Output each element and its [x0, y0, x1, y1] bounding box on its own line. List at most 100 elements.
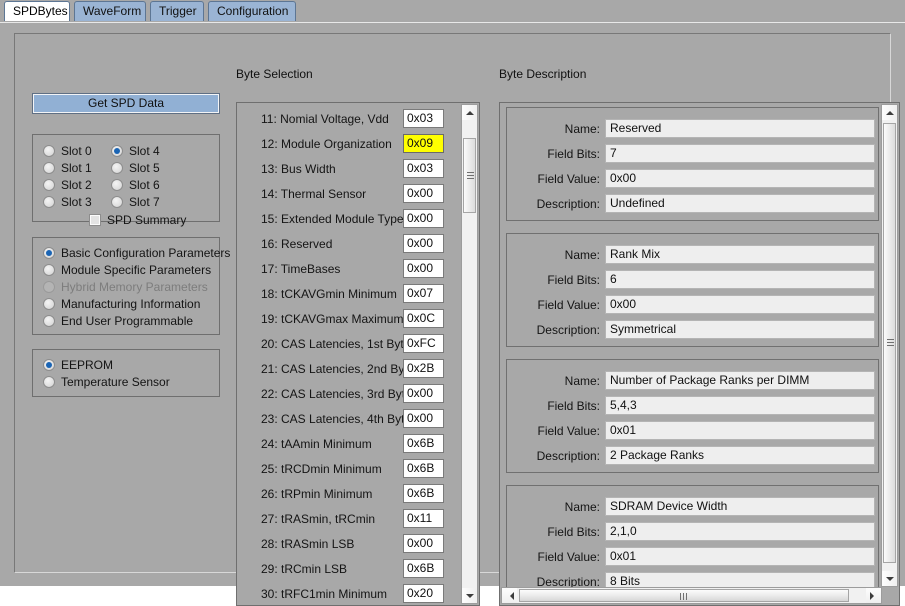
field-row: Name: Number of Package Ranks per DIMM — [507, 371, 878, 396]
radio-end-user-programmable[interactable]: End User Programmable — [43, 314, 193, 328]
byte-field-group: Name: Number of Package Ranks per DIMM Fie… — [506, 359, 879, 473]
name-value[interactable]: SDRAM Device Width — [605, 497, 875, 516]
byte-row[interactable]: 22: CAS Latencies, 3rd Byte 0x00 — [237, 381, 461, 406]
byte-value-field[interactable]: 0x00 — [403, 259, 444, 278]
byte-value-field[interactable]: 0x03 — [403, 109, 444, 128]
byte-description-panel[interactable]: Name: Reserved Field Bits: 7 Field Value: 0x0… — [499, 102, 900, 606]
radio-slot-6[interactable]: Slot 6 — [111, 178, 160, 192]
radio-temperature-sensor[interactable]: Temperature Sensor — [43, 375, 170, 389]
byte-row[interactable]: 13: Bus Width 0x03 — [237, 156, 461, 181]
byte-value-field[interactable]: 0x03 — [403, 159, 444, 178]
field-bits-value[interactable]: 2,1,0 — [605, 522, 875, 541]
radio-slot-7[interactable]: Slot 7 — [111, 195, 160, 209]
byte-row[interactable]: 30: tRFC1min Minimum 0x20 — [237, 581, 461, 605]
byte-value-field[interactable]: 0x07 — [403, 284, 444, 303]
byte-row[interactable]: 23: CAS Latencies, 4th Byte 0x00 — [237, 406, 461, 431]
radio-eeprom[interactable]: EEPROM — [43, 358, 113, 372]
byte-value-field[interactable]: 0x20 — [403, 584, 444, 603]
field-bits-value[interactable]: 6 — [605, 270, 875, 289]
byte-value-field[interactable]: 0x00 — [403, 209, 444, 228]
byte-row[interactable]: 15: Extended Module Type 0x00 — [237, 206, 461, 231]
get-spd-data-button[interactable]: Get SPD Data — [32, 93, 220, 114]
byte-row[interactable]: 28: tRASmin LSB 0x00 — [237, 531, 461, 556]
scroll-up-arrow-icon[interactable] — [882, 105, 897, 120]
field-value-value[interactable]: 0x00 — [605, 169, 875, 188]
byte-row[interactable]: 19: tCKAVGmax Maximum 0x0C — [237, 306, 461, 331]
scroll-down-arrow-icon[interactable] — [882, 571, 897, 586]
radio-label: Temperature Sensor — [61, 375, 170, 389]
byte-row[interactable]: 29: tRCmin LSB 0x6B — [237, 556, 461, 581]
field-value-value[interactable]: 0x00 — [605, 295, 875, 314]
triangle-left-glyph — [506, 591, 514, 600]
radio-label: Slot 1 — [61, 161, 92, 175]
byte-value-field[interactable]: 0x00 — [403, 234, 444, 253]
byte-row[interactable]: 12: Module Organization 0x09 — [237, 131, 461, 156]
byte-row-label: 19: tCKAVGmax Maximum — [261, 311, 404, 326]
field-bits-value[interactable]: 5,4,3 — [605, 396, 875, 415]
scrollbar-thumb[interactable] — [519, 589, 849, 602]
radio-manufacturing-information[interactable]: Manufacturing Information — [43, 297, 200, 311]
field-value-value[interactable]: 0x01 — [605, 547, 875, 566]
byte-row[interactable]: 14: Thermal Sensor 0x00 — [237, 181, 461, 206]
field-value-value[interactable]: 0x01 — [605, 421, 875, 440]
byte-row[interactable]: 16: Reserved 0x00 — [237, 231, 461, 256]
byte-value-field[interactable]: 0x00 — [403, 184, 444, 203]
description-value[interactable]: Undefined — [605, 194, 875, 213]
byte-row[interactable]: 17: TimeBases 0x00 — [237, 256, 461, 281]
scroll-down-arrow-icon[interactable] — [462, 588, 477, 603]
byte-value-field[interactable]: 0x6B — [403, 459, 444, 478]
radio-slot-5[interactable]: Slot 5 — [111, 161, 160, 175]
tab-configuration[interactable]: Configuration — [208, 1, 296, 21]
checkbox-spd-summary[interactable]: SPD Summary — [89, 213, 186, 227]
triangle-down-glyph — [465, 593, 474, 598]
name-value[interactable]: Reserved — [605, 119, 875, 138]
byte-value-field[interactable]: 0x11 — [403, 509, 444, 528]
description-vertical-scrollbar[interactable] — [881, 104, 898, 587]
scroll-left-arrow-icon[interactable] — [502, 588, 517, 603]
byte-value-field[interactable]: 0x00 — [403, 534, 444, 553]
byte-row[interactable]: 11: Nomial Voltage, Vdd 0x03 — [237, 106, 461, 131]
byte-row[interactable]: 27: tRASmin, tRCmin 0x11 — [237, 506, 461, 531]
byte-value-field[interactable]: 0x6B — [403, 559, 444, 578]
radio-slot-1[interactable]: Slot 1 — [43, 161, 92, 175]
scrollbar-thumb[interactable] — [463, 138, 476, 213]
tab-trigger[interactable]: Trigger — [150, 1, 204, 21]
byte-value-field[interactable]: 0x6B — [403, 434, 444, 453]
radio-module-specific-parameters[interactable]: Module Specific Parameters — [43, 263, 211, 277]
byte-row[interactable]: 21: CAS Latencies, 2nd Byte 0x2B — [237, 356, 461, 381]
tab-spdbytes[interactable]: SPDBytes — [4, 1, 70, 21]
byte-value-field[interactable]: 0x00 — [403, 384, 444, 403]
tab-waveform[interactable]: WaveForm — [74, 1, 146, 21]
byte-row[interactable]: 18: tCKAVGmin Minimum 0x07 — [237, 281, 461, 306]
radio-slot-0[interactable]: Slot 0 — [43, 144, 92, 158]
byte-row[interactable]: 20: CAS Latencies, 1st Byte 0xFC — [237, 331, 461, 356]
byte-selection-list[interactable]: 11: Nomial Voltage, Vdd 0x03 12: Module Or… — [236, 102, 480, 606]
description-horizontal-scrollbar[interactable] — [501, 587, 882, 604]
byte-row[interactable]: 24: tAAmin Minimum 0x6B — [237, 431, 461, 456]
radio-slot-3[interactable]: Slot 3 — [43, 195, 92, 209]
radio-label: Module Specific Parameters — [61, 263, 212, 277]
byte-row-label: 11: Nomial Voltage, Vdd — [261, 111, 389, 126]
byte-row-label: 27: tRASmin, tRCmin — [261, 511, 376, 526]
byte-list-vertical-scrollbar[interactable] — [461, 104, 478, 604]
name-value[interactable]: Number of Package Ranks per DIMM — [605, 371, 875, 390]
byte-value-field[interactable]: 0x2B — [403, 359, 444, 378]
scrollbar-thumb[interactable] — [883, 123, 896, 563]
description-value[interactable]: Symmetrical — [605, 320, 875, 339]
radio-slot-4[interactable]: Slot 4 — [111, 144, 160, 158]
byte-value-field[interactable]: 0x0C — [403, 309, 444, 328]
radio-basic-configuration-parameters[interactable]: Basic Configuration Parameters — [43, 246, 230, 260]
scroll-right-arrow-icon[interactable] — [866, 588, 881, 603]
byte-row[interactable]: 25: tRCDmin Minimum 0x6B — [237, 456, 461, 481]
byte-value-field[interactable]: 0x09 — [403, 134, 444, 153]
byte-value-field[interactable]: 0xFC — [403, 334, 444, 353]
radio-indicator — [43, 196, 55, 208]
name-value[interactable]: Rank Mix — [605, 245, 875, 264]
byte-row[interactable]: 26: tRPmin Minimum 0x6B — [237, 481, 461, 506]
byte-value-field[interactable]: 0x00 — [403, 409, 444, 428]
description-value[interactable]: 2 Package Ranks — [605, 446, 875, 465]
field-bits-value[interactable]: 7 — [605, 144, 875, 163]
scroll-up-arrow-icon[interactable] — [462, 105, 477, 120]
radio-slot-2[interactable]: Slot 2 — [43, 178, 92, 192]
byte-value-field[interactable]: 0x6B — [403, 484, 444, 503]
